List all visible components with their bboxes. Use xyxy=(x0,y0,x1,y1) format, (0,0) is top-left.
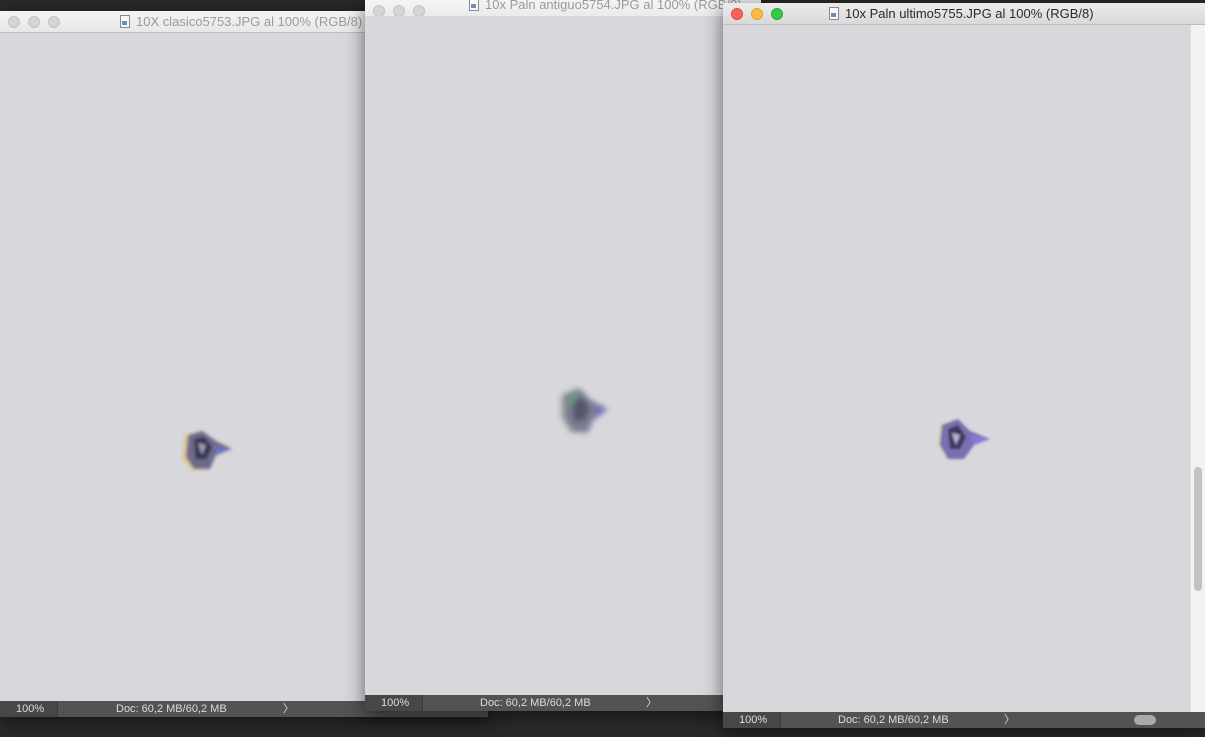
window-title: 10x Paln ultimo5755.JPG al 100% (RGB/8) xyxy=(829,6,1094,21)
window-title: 10X clasico5753.JPG al 100% (RGB/8) xyxy=(120,14,362,29)
vertical-scroll-thumb[interactable] xyxy=(1194,467,1202,591)
document-icon xyxy=(469,0,479,11)
vertical-scrollbar[interactable] xyxy=(1190,25,1205,712)
status-menu-arrow[interactable]: 〉 xyxy=(1004,712,1015,728)
document-window-2[interactable]: 10x Paln antiguo5754.JPG al 100% (RGB/8)… xyxy=(365,0,761,711)
window-controls xyxy=(8,16,60,28)
doc-info: Doc: 60,2 MB/60,2 MB xyxy=(480,697,591,709)
document-icon xyxy=(829,7,839,20)
window-controls xyxy=(731,8,783,20)
minimize-button[interactable] xyxy=(28,16,40,28)
doc-info: Doc: 60,2 MB/60,2 MB xyxy=(838,714,949,726)
zoom-button[interactable] xyxy=(48,16,60,28)
zoom-button[interactable] xyxy=(771,8,783,20)
doc-info: Doc: 60,2 MB/60,2 MB xyxy=(116,703,227,715)
horizontal-scroll-thumb[interactable] xyxy=(1134,715,1156,725)
image-canvas[interactable] xyxy=(365,16,761,695)
window-titlebar[interactable]: 10x Paln ultimo5755.JPG al 100% (RGB/8) xyxy=(723,3,1205,25)
window-title-text: 10X clasico5753.JPG al 100% (RGB/8) xyxy=(136,14,363,29)
window-title-text: 10x Paln antiguo5754.JPG al 100% (RGB/8) xyxy=(485,0,742,12)
desktop: 10X clasico5753.JPG al 100% (RGB/8) 100%… xyxy=(0,0,1205,737)
image-canvas[interactable] xyxy=(723,25,1190,712)
close-button[interactable] xyxy=(8,16,20,28)
status-bar: 100% Doc: 60,2 MB/60,2 MB 〉 xyxy=(723,712,1205,728)
window-title: 10x Paln antiguo5754.JPG al 100% (RGB/8) xyxy=(469,0,742,12)
gem-image xyxy=(938,419,990,459)
window-title-text: 10x Paln ultimo5755.JPG al 100% (RGB/8) xyxy=(845,6,1094,21)
document-icon xyxy=(120,15,130,28)
document-window-3[interactable]: 10x Paln ultimo5755.JPG al 100% (RGB/8) xyxy=(723,3,1205,728)
zoom-level[interactable]: 100% xyxy=(723,712,781,728)
zoom-level[interactable]: 100% xyxy=(365,695,423,711)
status-bar: 100% Doc: 60,2 MB/60,2 MB 〉 xyxy=(365,695,761,711)
status-menu-arrow[interactable]: 〉 xyxy=(283,701,294,717)
zoom-level[interactable]: 100% xyxy=(0,701,58,717)
minimize-button[interactable] xyxy=(751,8,763,20)
status-menu-arrow[interactable]: 〉 xyxy=(646,695,657,711)
close-button[interactable] xyxy=(731,8,743,20)
gem-image xyxy=(560,387,608,433)
gem-image xyxy=(182,431,232,471)
